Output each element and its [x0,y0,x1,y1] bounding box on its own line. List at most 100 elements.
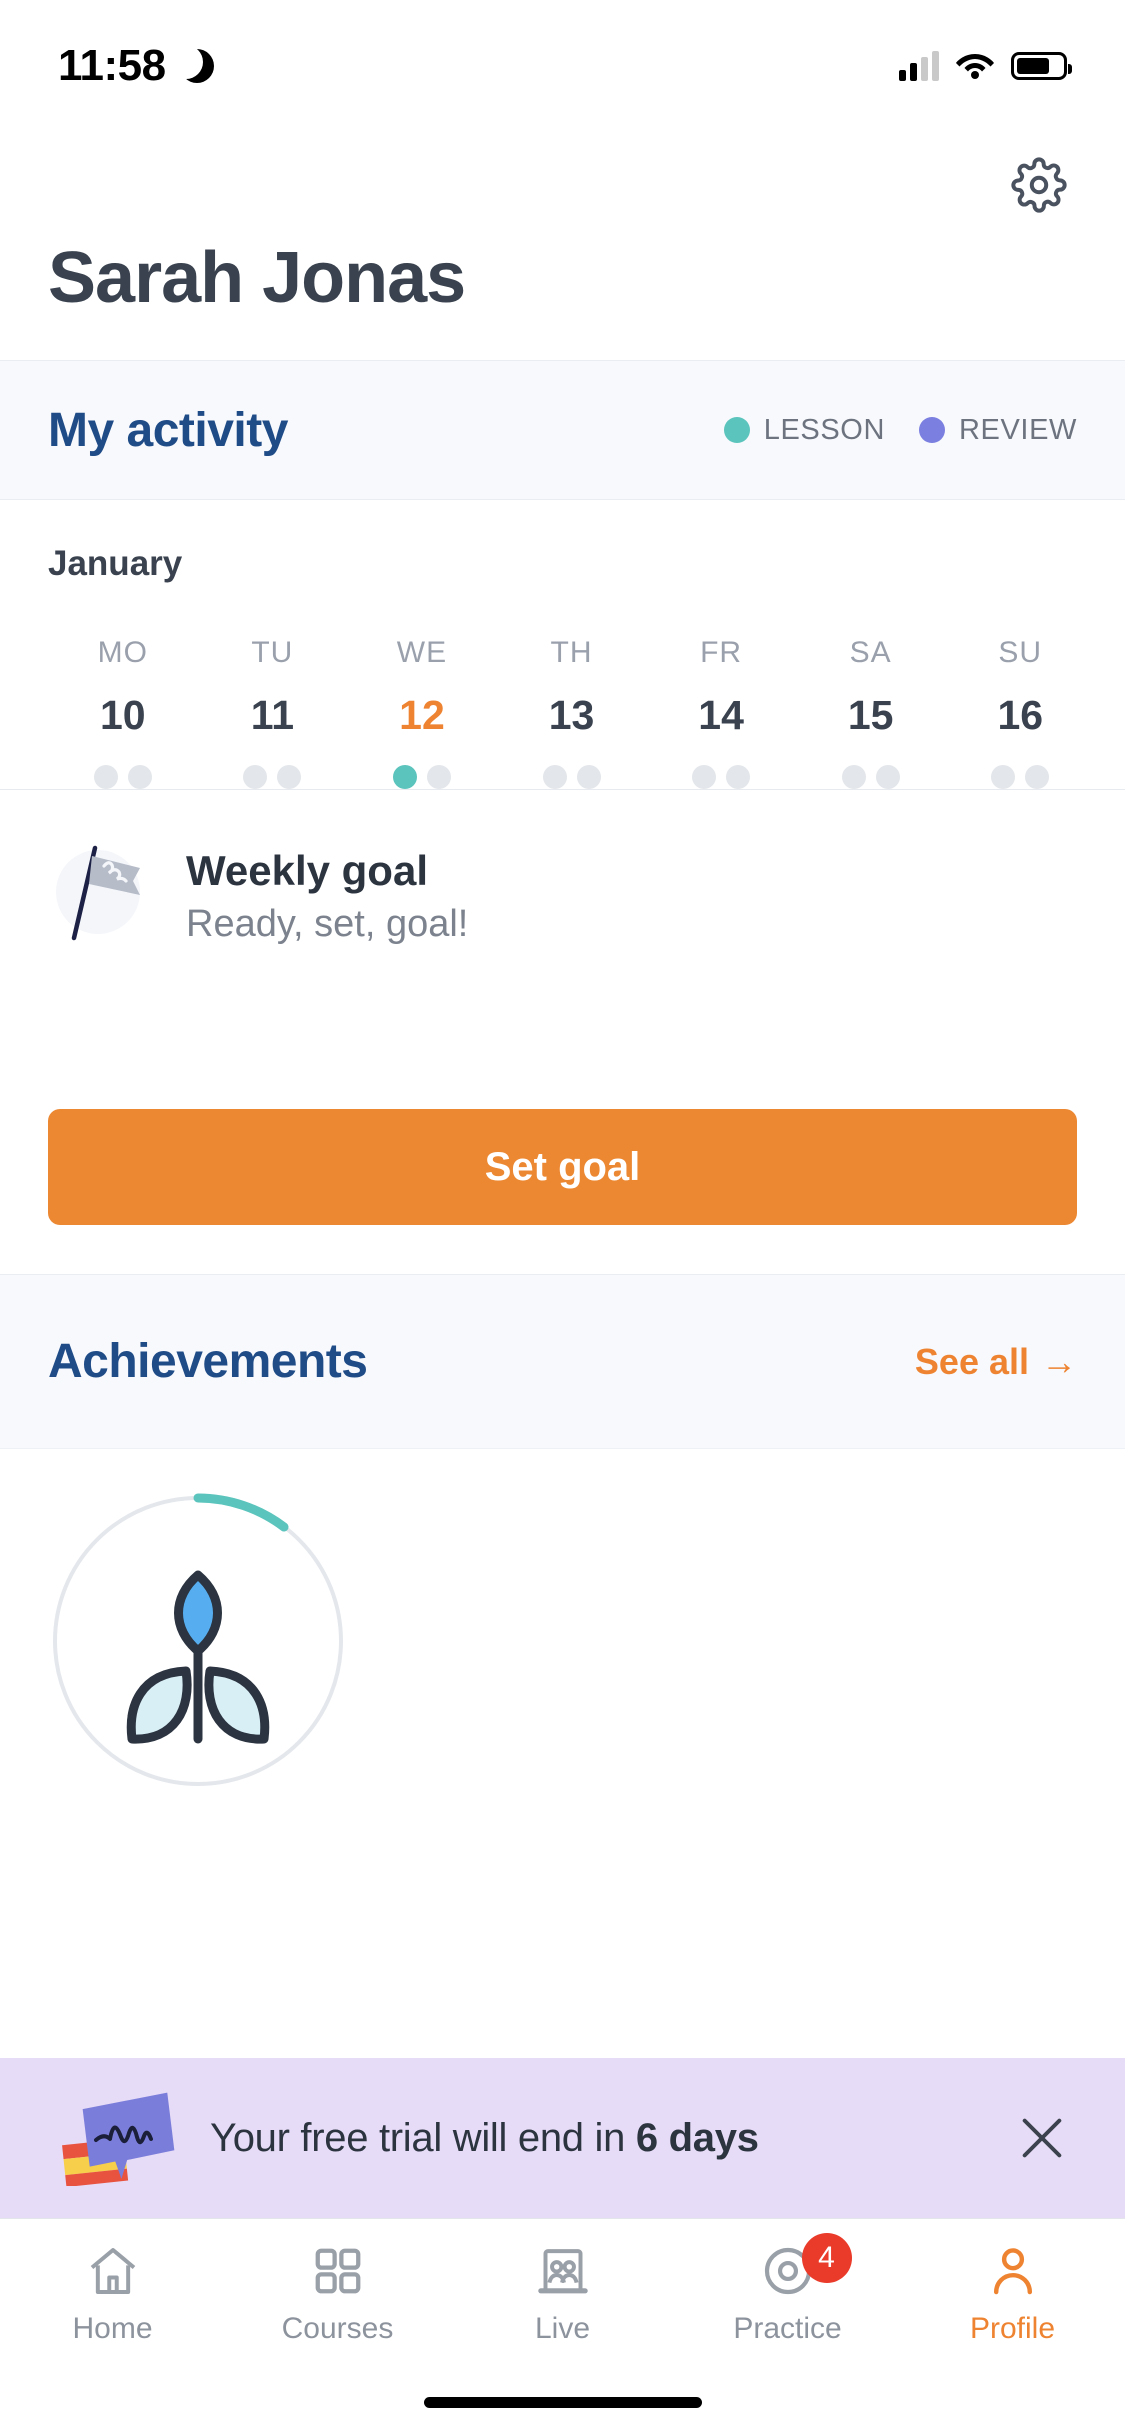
nav-item-profile[interactable]: Profile [900,2219,1125,2368]
status-bar: 11:58 [0,0,1125,132]
home-icon [84,2242,142,2300]
legend-label-review: REVIEW [959,413,1077,446]
calendar-day-sa[interactable]: SA 15 [796,636,946,789]
calendar-date-number: 16 [997,692,1044,738]
calendar-activity-dots [243,765,302,789]
home-indicator [0,2368,1125,2436]
calendar-day-fr[interactable]: FR 14 [646,636,796,789]
calendar-week-row: MO 10 TU 11 WE 12 TH 13 FR 14 SA 15 SU 16 [48,636,1095,789]
nav-label: Profile [969,2311,1056,2345]
app-screen: 11:58 Sarah Jonas My activity LESSON REV… [0,0,1125,2436]
battery-icon [1011,52,1072,80]
grid-icon [309,2242,367,2300]
calendar-date-number: 13 [548,692,595,738]
calendar-date-number: 14 [698,692,744,738]
nav-label: Home [72,2311,153,2345]
calendar-activity-dots [692,765,751,789]
activity-dot-empty [542,765,567,789]
activity-dot-empty [426,765,451,789]
top-bar [0,132,1125,242]
activity-dot-empty [277,765,302,789]
free-trial-banner: Your free trial will end in 6 days [0,2058,1125,2218]
weekly-goal-subtitle: Ready, set, goal! [186,903,469,946]
achievements-section-title: Achievements [48,1335,368,1388]
close-icon[interactable] [1007,2103,1077,2173]
see-all-label: See all [914,1340,1029,1382]
calendar-date-number: 10 [99,692,146,738]
achievements-header: Achievements See all → [0,1274,1125,1449]
calendar-activity-dots [991,765,1050,789]
calendar-month-label: January [48,544,183,583]
activity-dot-empty [127,765,152,789]
activity-section-title: My activity [48,403,288,457]
legend-item-review: REVIEW [919,414,1077,447]
activity-dot-empty [1025,765,1050,789]
person-icon [984,2242,1042,2300]
my-activity-header: My activity LESSON REVIEW [0,360,1125,500]
calendar-dow-label: SA [849,636,892,669]
calendar-activity-dots [542,765,601,789]
nav-item-home[interactable]: Home [0,2219,225,2368]
calendar-date-number: 12 [399,692,445,738]
nav-item-live[interactable]: Live [450,2219,675,2368]
activity-dot-lesson [392,765,417,789]
status-bar-right [899,49,1072,84]
bottom-navigation: Home Courses Live 4 Practice Profile [0,2218,1125,2368]
activity-legend: LESSON REVIEW [723,413,1077,447]
activity-dot-empty [875,765,900,789]
arrow-right-icon: → [1041,1340,1077,1382]
nav-label: Practice [733,2311,842,2345]
status-bar-left: 11:58 [58,41,214,91]
calendar-dow-label: SU [998,636,1043,669]
weekly-goal-title: Weekly goal [186,847,428,894]
weekly-goal-row: Weekly goal Ready, set, goal! [48,842,1077,950]
calendar-dow-label: FR [700,636,743,669]
nav-label: Live [534,2311,591,2345]
activity-calendar: January MO 10 TU 11 WE 12 TH 13 FR 14 SA 15 SU 16 [0,500,1125,789]
trial-text-emphasis: 6 days [635,2115,759,2160]
calendar-day-tu[interactable]: TU 11 [198,636,348,789]
status-time: 11:58 [58,41,166,90]
calendar-day-mo[interactable]: MO 10 [48,636,198,789]
activity-dot-empty [93,765,118,789]
calendar-dow-label: TH [550,636,593,669]
weekly-goal-text: Weekly goal Ready, set, goal! [186,842,468,946]
activity-dot-empty [726,765,751,789]
calendar-activity-dots [392,765,451,789]
calendar-dow-label: WE [396,636,448,669]
profile-name-header: Sarah Jonas [0,242,1125,360]
activity-dot-empty [991,765,1016,789]
calendar-date-number: 11 [250,692,295,738]
set-goal-button-wrap: Set goal [0,1089,1125,1274]
nav-label: Courses [281,2311,394,2345]
calendar-day-su[interactable]: SU 16 [945,636,1095,789]
nav-badge-count: 4 [801,2233,852,2283]
calendar-day-th[interactable]: TH 13 [497,636,647,789]
page-title: Sarah Jonas [48,238,466,318]
activity-dot-empty [692,765,717,789]
calendar-dow-label: TU [251,636,294,669]
calendar-activity-dots [93,765,152,789]
trial-banner-text: Your free trial will end in 6 days [210,2116,973,2161]
activity-dot-empty [576,765,601,789]
activity-dot-empty [243,765,268,789]
set-goal-button[interactable]: Set goal [48,1109,1077,1225]
legend-label-lesson: LESSON [763,413,885,446]
achievements-list [0,1449,1125,2058]
nav-item-courses[interactable]: Courses [225,2219,450,2368]
achievement-badge[interactable] [48,1491,348,1791]
speech-bubble-spanish-flag-icon [56,2090,176,2188]
calendar-activity-dots [841,765,900,789]
calendar-date-number: 15 [847,692,894,738]
see-all-achievements-link[interactable]: See all → [915,1341,1077,1383]
activity-dot-empty [841,765,866,789]
trial-text-prefix: Your free trial will end in [210,2115,636,2160]
lesson-dot-icon [723,417,750,443]
calendar-day-we[interactable]: WE 12 [347,636,497,789]
nav-item-practice[interactable]: 4 Practice [675,2219,900,2368]
wifi-icon [955,49,995,84]
weekly-goal-section: Weekly goal Ready, set, goal! [0,789,1125,1089]
gear-icon[interactable] [1011,156,1067,218]
legend-item-lesson: LESSON [723,413,885,447]
people-icon [534,2242,592,2300]
